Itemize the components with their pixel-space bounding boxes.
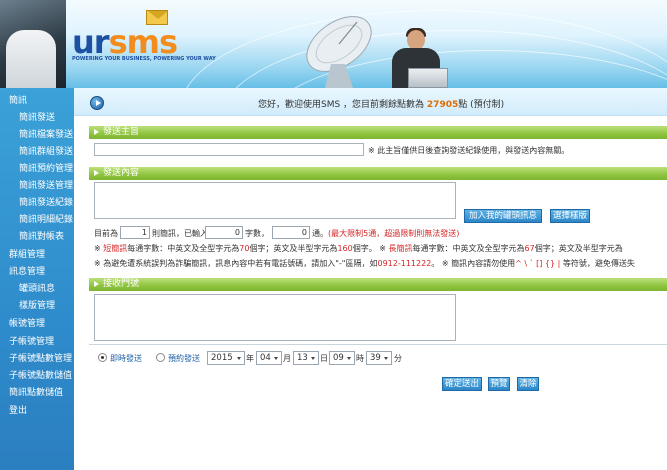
logo-tagline: POWERING YOUR BUSINESS, POWERING YOUR WA… (72, 56, 216, 62)
sidebar-item-sms-send[interactable]: 簡訊發送 (0, 111, 55, 126)
sidebar-item-sms[interactable]: 簡訊 (0, 94, 27, 109)
welcome-suffix: 點 (預付制) (458, 100, 505, 110)
caret-down-icon (237, 357, 241, 360)
sidebar-item-points-topup[interactable]: 簡訊點數儲值 (0, 386, 63, 401)
sidebar-item-subaccount-points[interactable]: 子帳號點數管理 (0, 352, 72, 367)
month-unit: 月 (283, 354, 291, 363)
minute-select[interactable]: 39 (366, 351, 392, 365)
sidebar-item-template-manage[interactable]: 樣版管理 (0, 299, 55, 314)
arrow-right-icon (94, 170, 99, 176)
ursms-logo: ursms POWERING YOUR BUSINESS, POWERING Y… (72, 10, 222, 64)
play-circle-icon[interactable] (90, 96, 104, 110)
sidebar-item-message-manage[interactable]: 訊息管理 (0, 265, 45, 280)
sidebar-item-file-send[interactable]: 簡訊檔案發送 (0, 128, 73, 143)
count-mid1: 則簡訊，已輸入 (152, 229, 208, 238)
year-select[interactable]: 2015 (207, 351, 245, 365)
welcome-message: 您好，歡迎使用SMS ，您目前剩餘點數為 27905點 (預付制) (258, 97, 504, 110)
caret-down-icon (384, 357, 388, 360)
welcome-bar: 您好，歡迎使用SMS ，您目前剩餘點數為 27905點 (預付制) (74, 88, 667, 116)
sidebar-item-group-manage[interactable]: 群組管理 (0, 248, 45, 263)
divider (89, 344, 667, 345)
caret-down-icon (347, 357, 351, 360)
scheduled-send-label[interactable]: 預約發送 (168, 353, 200, 364)
sidebar-item-send-record[interactable]: 簡訊發送紀錄 (0, 196, 73, 211)
unit-count-field: 0 (272, 226, 310, 239)
sidebar-item-logout[interactable]: 登出 (0, 404, 27, 419)
day-unit: 日 (320, 354, 328, 363)
scheduled-send-radio[interactable] (156, 353, 165, 362)
content-textarea[interactable] (94, 182, 456, 219)
sidebar-item-canned-message[interactable]: 罐頭訊息 (0, 282, 55, 297)
recipients-section-title: 接收門號 (103, 279, 140, 289)
subject-input[interactable] (94, 143, 364, 156)
count-mid2: 字數， (245, 229, 269, 238)
count-prefix: 目前為 (94, 229, 118, 238)
year-unit: 年 (246, 354, 254, 363)
header-banner: ursms POWERING YOUR BUSINESS, POWERING Y… (0, 0, 667, 88)
satellite-dish-icon (306, 16, 372, 88)
minute-unit: 分 (394, 354, 402, 363)
caret-down-icon (311, 357, 315, 360)
content-section-header: 發送內容 (89, 167, 667, 180)
sms-count-field: 1 (120, 226, 150, 239)
sidebar-item-subaccount-manage[interactable]: 子帳號管理 (0, 335, 54, 350)
sidebar-item-group-send[interactable]: 簡訊群組發送 (0, 145, 73, 160)
caret-down-icon (274, 357, 278, 360)
arrow-right-icon (94, 281, 99, 287)
sidebar-item-schedule-manage[interactable]: 簡訊預約管理 (0, 162, 73, 177)
sidebar-item-detail-record[interactable]: 簡訊明細紀錄 (0, 213, 73, 228)
remaining-points: 27905 (426, 100, 459, 110)
welcome-prefix: 您好，歡迎使用SMS ，您目前剩餘點數為 (258, 100, 427, 110)
laptop-icon (408, 68, 448, 88)
sidebar-item-statement[interactable]: 簡訊對帳表 (0, 230, 64, 245)
sidebar-item-send-manage[interactable]: 簡訊發送管理 (0, 179, 73, 194)
sidebar: 簡訊 簡訊發送 簡訊檔案發送 簡訊群組發送 簡訊預約管理 簡訊發送管理 簡訊發送… (0, 88, 74, 470)
businessman-photo (0, 0, 66, 88)
day-select[interactable]: 13 (293, 351, 319, 365)
count-mid3: 通。 (312, 229, 328, 238)
immediate-send-label[interactable]: 即時發送 (110, 353, 142, 364)
add-canned-message-button[interactable]: 加入我的罐頭訊息 (464, 209, 542, 223)
hour-unit: 時 (356, 354, 364, 363)
sidebar-item-subaccount-topup[interactable]: 子帳號點數儲值 (0, 369, 72, 384)
subject-section-header: 發送主旨 (89, 126, 667, 139)
select-template-button[interactable]: 選擇樣版 (550, 209, 590, 223)
count-limit: (最大限制5通，超過限制則無法發送) (328, 229, 460, 238)
recipients-section-header: 接收門號 (89, 278, 667, 291)
fraud-warning-note: ※ 為避免遭系統誤判為詐騙簡訊，訊息內容中若有電話號碼，請加入"-"區隔，如09… (94, 259, 635, 268)
char-count-field: 0 (205, 226, 243, 239)
sms-length-note: ※ 短簡訊每通字數：中英文及全型字元為70個字；英文及半型字元為160個字。 ※… (94, 244, 623, 253)
hour-select[interactable]: 09 (329, 351, 355, 365)
arrow-right-icon (94, 129, 99, 135)
main-content: 發送主旨 ※ 此主旨僅供日後查詢發送紀錄使用，與發送內容無關。 發送內容 加入我… (74, 116, 667, 470)
content-section-title: 發送內容 (103, 168, 140, 178)
immediate-send-radio[interactable] (98, 353, 107, 362)
recipients-textarea[interactable] (94, 294, 456, 341)
month-select[interactable]: 04 (256, 351, 282, 365)
subject-note: ※ 此主旨僅供日後查詢發送紀錄使用，與發送內容無關。 (368, 146, 570, 155)
submit-send-button[interactable]: 確定送出 (442, 377, 482, 391)
preview-button[interactable]: 預覽 (488, 377, 510, 391)
clear-button[interactable]: 清除 (517, 377, 539, 391)
sidebar-item-account-manage[interactable]: 帳號管理 (0, 317, 45, 332)
subject-section-title: 發送主旨 (103, 127, 140, 137)
